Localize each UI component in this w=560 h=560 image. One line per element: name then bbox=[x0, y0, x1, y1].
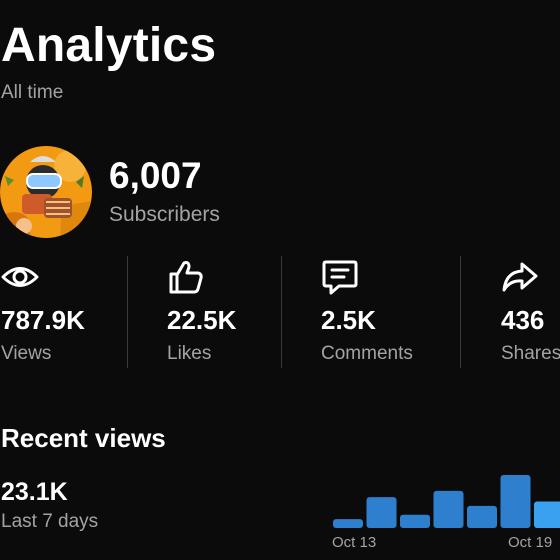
chart-bar bbox=[534, 501, 560, 528]
likes-label: Likes bbox=[167, 343, 212, 364]
divider bbox=[127, 256, 128, 368]
subscriber-count: 6,007 bbox=[109, 155, 202, 196]
likes-value: 22.5K bbox=[167, 305, 237, 335]
views-label: Views bbox=[1, 343, 52, 364]
stat-likes[interactable]: 22.5K Likes bbox=[167, 258, 277, 368]
eye-icon bbox=[1, 267, 39, 287]
divider bbox=[281, 256, 282, 368]
chart-tick-label: Oct 19 bbox=[508, 534, 552, 551]
chart-bar bbox=[366, 497, 397, 528]
chart-bar bbox=[500, 475, 531, 528]
time-range-label[interactable]: All time bbox=[1, 81, 63, 105]
chart-tick-label: Oct 13 bbox=[332, 534, 376, 551]
chart-bar bbox=[433, 490, 464, 528]
channel-avatar[interactable] bbox=[0, 146, 92, 238]
comments-value: 2.5K bbox=[321, 305, 376, 335]
chart-bar bbox=[333, 519, 363, 528]
divider bbox=[460, 256, 461, 368]
shares-label: Shares bbox=[501, 343, 560, 364]
chart-bar bbox=[467, 505, 497, 528]
stat-views[interactable]: 787.9K Views bbox=[1, 258, 121, 368]
thumbs-up-icon bbox=[169, 261, 203, 294]
comments-label: Comments bbox=[321, 343, 413, 364]
shares-value: 436 bbox=[501, 305, 545, 335]
page-title: Analytics bbox=[1, 19, 217, 72]
recent-views-title: Recent views bbox=[1, 423, 166, 453]
analytics-page: Analytics All time 6,007 Subscribers 787… bbox=[0, 0, 560, 560]
recent-views-chart[interactable]: Oct 13 Oct 19 bbox=[330, 470, 560, 560]
chart-bar bbox=[400, 514, 430, 528]
recent-views-value: 23.1K bbox=[1, 478, 68, 506]
comment-icon bbox=[322, 260, 358, 295]
stat-shares[interactable]: 436 Shares bbox=[501, 258, 560, 368]
subscriber-label: Subscribers bbox=[109, 203, 220, 226]
stat-comments[interactable]: 2.5K Comments bbox=[321, 258, 451, 368]
recent-views-period: Last 7 days bbox=[1, 511, 99, 532]
views-value: 787.9K bbox=[1, 305, 85, 335]
share-icon bbox=[502, 262, 538, 292]
